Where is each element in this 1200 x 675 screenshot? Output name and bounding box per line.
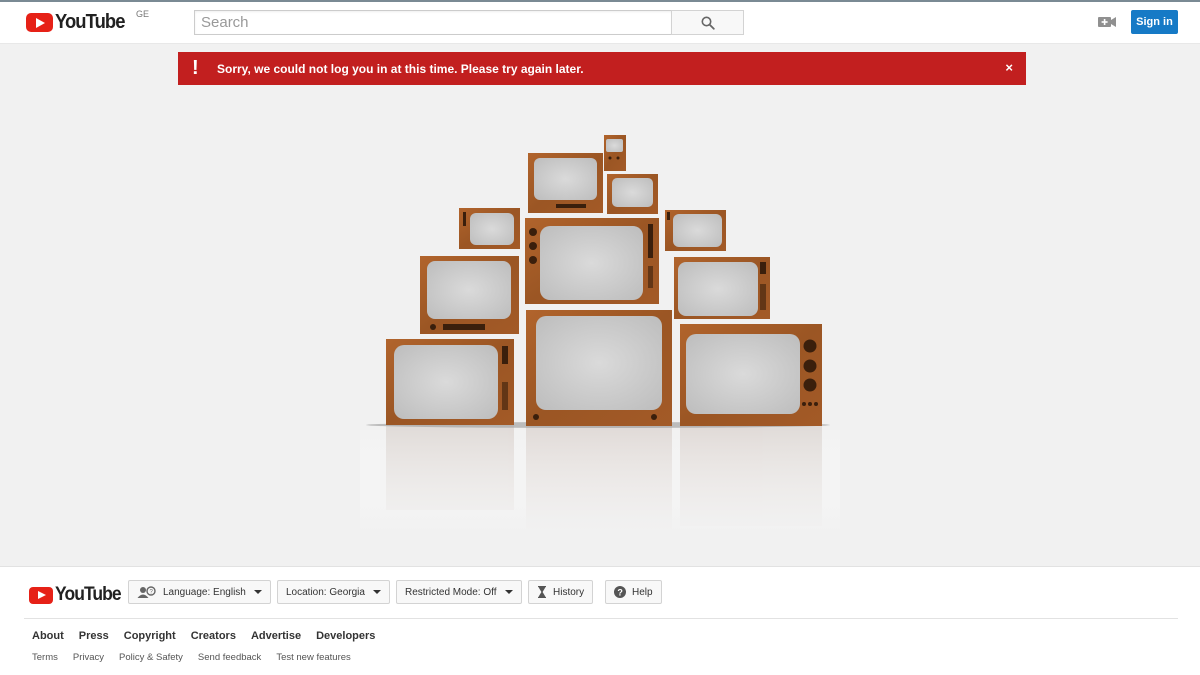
youtube-play-icon [26, 12, 53, 32]
footer-link-creators[interactable]: Creators [191, 630, 236, 642]
search-icon [701, 16, 715, 30]
search-button[interactable] [671, 10, 744, 35]
top-accent-line [0, 0, 1200, 2]
restricted-mode-button[interactable]: Restricted Mode: Off [396, 580, 522, 604]
language-label: Language: English [163, 586, 246, 598]
language-button[interactable]: ? Language: English [128, 580, 271, 604]
logo-text: YouTube [55, 10, 125, 33]
error-alert: ! Sorry, we could not log you in at this… [178, 52, 1026, 85]
masthead: YouTube GE Sign in [0, 0, 1200, 44]
footer-link-press[interactable]: Press [79, 630, 109, 642]
footer-logo-text: YouTube [55, 584, 122, 605]
help-icon: ? [614, 586, 626, 598]
restricted-mode-label: Restricted Mode: Off [405, 586, 497, 598]
svg-text:?: ? [617, 587, 623, 597]
help-button[interactable]: ? Help [605, 580, 662, 604]
sign-in-button[interactable]: Sign in [1131, 10, 1178, 34]
search-box [194, 10, 672, 35]
chevron-down-icon [504, 590, 513, 594]
alert-message: Sorry, we could not log you in at this t… [217, 62, 584, 76]
footer: YouTube ? Language: English Location: Ge… [0, 566, 1200, 675]
footer-primary-links: About Press Copyright Creators Advertise… [32, 630, 390, 642]
search-input[interactable] [195, 11, 672, 34]
hourglass-icon [538, 586, 546, 598]
footer-link-terms[interactable]: Terms [32, 652, 58, 663]
footer-link-privacy[interactable]: Privacy [73, 652, 104, 663]
chevron-down-icon [372, 590, 381, 594]
footer-link-test-new-features[interactable]: Test new features [276, 652, 350, 663]
footer-link-advertise[interactable]: Advertise [251, 630, 301, 642]
country-code: GE [136, 9, 150, 19]
footer-divider [24, 618, 1178, 619]
exclamation-icon: ! [192, 57, 199, 79]
footer-youtube-logo[interactable]: YouTube [29, 584, 126, 606]
upload-video-icon[interactable] [1097, 14, 1117, 30]
footer-link-policy-safety[interactable]: Policy & Safety [119, 652, 183, 663]
history-label: History [553, 586, 585, 598]
location-label: Location: Georgia [286, 586, 365, 598]
youtube-logo[interactable]: YouTube GE [26, 9, 149, 33]
help-label: Help [632, 586, 653, 598]
location-button[interactable]: Location: Georgia [277, 580, 390, 604]
footer-link-send-feedback[interactable]: Send feedback [198, 652, 261, 663]
footer-secondary-links: Terms Privacy Policy & Safety Send feedb… [32, 652, 366, 663]
footer-link-copyright[interactable]: Copyright [124, 630, 176, 642]
history-button[interactable]: History [528, 580, 594, 604]
youtube-play-icon [29, 586, 53, 604]
chevron-down-icon [253, 590, 262, 594]
footer-link-developers[interactable]: Developers [316, 630, 375, 642]
close-alert-button[interactable]: × [1005, 61, 1013, 75]
footer-link-about[interactable]: About [32, 630, 64, 642]
tv-pile-illustration [360, 135, 840, 532]
language-icon: ? [137, 586, 156, 598]
